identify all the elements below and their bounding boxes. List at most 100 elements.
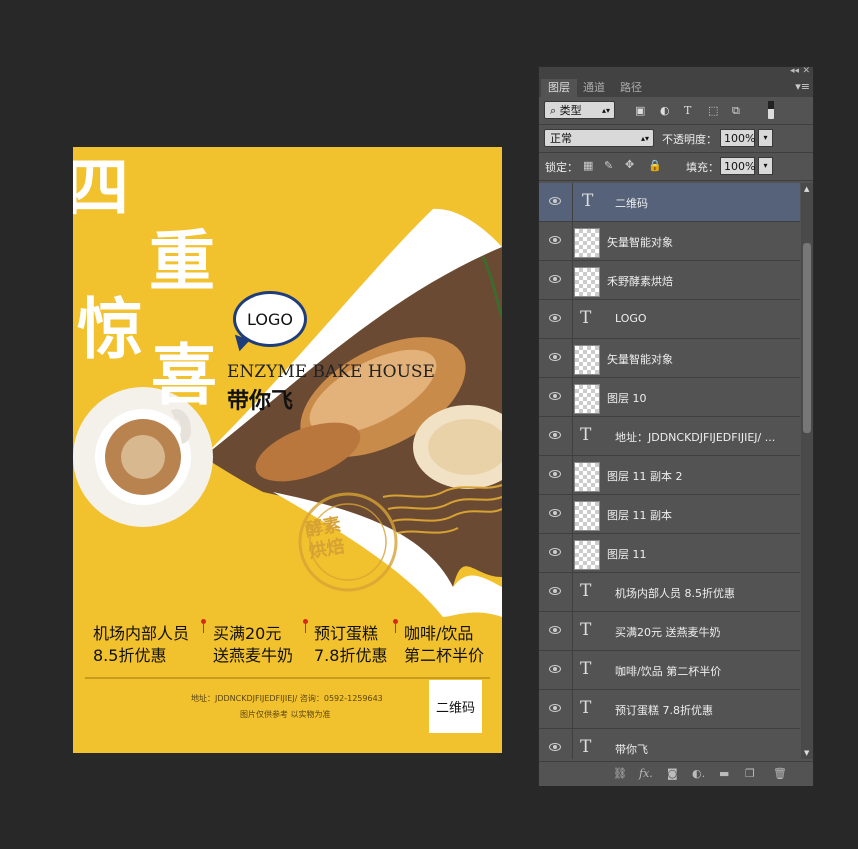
visibility-toggle[interactable] — [539, 261, 573, 299]
layer-list-scrollbar[interactable]: ▲ ▼ — [801, 183, 813, 759]
tab-paths[interactable]: 路径 — [613, 79, 649, 97]
layer-row[interactable]: T 买满20元 送燕麦牛奶 — [539, 612, 800, 651]
visibility-toggle[interactable] — [539, 534, 573, 572]
visibility-toggle[interactable] — [539, 651, 573, 689]
type-filter-icon[interactable]: T — [684, 104, 691, 117]
layer-row[interactable]: T 地址：JDDNCKDJFIJEDFIJIEJ/ ... — [539, 417, 800, 456]
filter-type-value: 类型 — [559, 104, 582, 117]
visibility-toggle[interactable] — [539, 417, 573, 455]
layer-row[interactable]: 矢量智能对象 — [539, 339, 800, 378]
text-layer-icon: T — [580, 737, 592, 757]
visibility-toggle[interactable] — [539, 378, 573, 416]
promo-line-2: 8.5折优惠 — [93, 646, 167, 665]
promo-item: 咖啡/饮品 第二杯半价 — [404, 623, 484, 667]
layer-row[interactable]: T 预订蛋糕 7.8折优惠 — [539, 690, 800, 729]
layer-row[interactable]: 禾野酵素烘焙 — [539, 261, 800, 300]
visibility-toggle[interactable] — [539, 222, 573, 260]
layer-name: 二维码 — [615, 197, 648, 210]
layer-name: 矢量智能对象 — [607, 353, 673, 366]
panel-menu-icon[interactable]: ▾≡ — [795, 80, 810, 93]
lock-all-icon[interactable]: 🔒 — [648, 159, 662, 172]
layer-row[interactable]: 图层 11 — [539, 534, 800, 573]
search-icon: ⌕ — [550, 104, 560, 117]
fx-icon[interactable]: fx. — [639, 767, 653, 780]
pin-dot — [201, 619, 206, 633]
fill-dropdown[interactable]: ▾ — [758, 157, 773, 175]
layer-row[interactable]: T LOGO — [539, 300, 800, 339]
eye-icon — [549, 353, 561, 361]
visibility-toggle[interactable] — [539, 456, 573, 494]
tab-layers[interactable]: 图层 — [541, 79, 577, 97]
layer-name: 图层 10 — [607, 392, 647, 405]
promo-line-1: 机场内部人员 — [93, 624, 190, 643]
brand-name-en: ENZYME BAKE HOUSE — [227, 362, 435, 382]
text-layer-icon: T — [580, 581, 592, 601]
visibility-toggle[interactable] — [539, 612, 573, 650]
eye-icon — [549, 314, 561, 322]
opacity-dropdown[interactable]: ▾ — [758, 129, 773, 147]
tab-channels[interactable]: 通道 — [576, 79, 612, 97]
smart-object-filter-icon[interactable]: ⧉ — [732, 104, 740, 118]
shape-filter-icon[interactable]: ⬚ — [708, 104, 718, 117]
visibility-toggle[interactable] — [539, 495, 573, 533]
link-icon[interactable]: ⛓ — [613, 767, 627, 780]
lock-paint-icon[interactable]: ✎ — [604, 159, 613, 172]
layer-name: 带你飞 — [615, 743, 648, 756]
divider — [539, 180, 813, 181]
lock-transparent-icon[interactable]: ▦ — [583, 159, 593, 172]
layer-row[interactable]: 图层 11 副本 — [539, 495, 800, 534]
scroll-down-icon[interactable]: ▼ — [804, 749, 809, 757]
visibility-toggle[interactable] — [539, 300, 573, 338]
layer-row[interactable]: 图层 11 副本 2 — [539, 456, 800, 495]
eye-icon — [549, 275, 561, 283]
lock-label: 锁定： — [545, 161, 578, 174]
text-layer-icon: T — [580, 659, 592, 679]
visibility-toggle[interactable] — [539, 339, 573, 377]
trash-icon[interactable]: 🗑 — [773, 767, 787, 780]
promo-line-2: 第二杯半价 — [404, 646, 485, 665]
close-icon[interactable]: ✕ — [802, 66, 810, 76]
layer-list: T 二维码 矢量智能对象 禾野酵素烘焙 T LOGO 矢量智能对象 图层 10 — [539, 183, 800, 759]
scroll-up-icon[interactable]: ▲ — [804, 185, 809, 193]
layer-thumbnail — [574, 540, 600, 570]
opacity-label: 不透明度： — [662, 133, 717, 146]
eye-icon — [549, 197, 561, 205]
text-layer-icon: T — [580, 308, 592, 328]
layer-name: 图层 11 — [607, 548, 647, 561]
layer-filter-select[interactable]: ⌕ 类型 ▴▾ — [544, 101, 615, 119]
layer-thumbnail — [574, 267, 600, 297]
layer-row[interactable]: 矢量智能对象 — [539, 222, 800, 261]
layer-name: 预订蛋糕 7.8折优惠 — [615, 704, 713, 717]
visibility-toggle[interactable] — [539, 183, 573, 221]
layer-row-qr[interactable]: T 二维码 — [539, 183, 800, 222]
collapse-icon[interactable]: ◂◂ — [790, 66, 799, 76]
fill-input[interactable]: 100% — [720, 157, 755, 175]
eye-icon — [549, 704, 561, 712]
lock-move-icon[interactable]: ✥ — [625, 158, 634, 171]
layer-thumbnail — [574, 462, 600, 492]
brand-slogan: 带你飞 — [227, 389, 294, 414]
pixel-filter-icon[interactable]: ▣ — [635, 104, 645, 117]
layer-row[interactable]: T 咖啡/饮品 第二杯半价 — [539, 651, 800, 690]
opacity-input[interactable]: 100% — [720, 129, 755, 147]
layer-thumbnail — [574, 228, 600, 258]
poster-canvas: 四 重 惊 喜 LOGO ENZYME BAKE HOUSE 带你飞 酵素 烘焙… — [73, 147, 502, 753]
visibility-toggle[interactable] — [539, 573, 573, 611]
layers-panel: ◂◂ ✕ 图层 通道 路径 ▾≡ ⌕ 类型 ▴▾ ▣ ◐ T ⬚ ⧉ 正常 ▴▾… — [538, 66, 814, 786]
mask-icon[interactable]: ◙ — [667, 767, 678, 780]
new-layer-icon[interactable]: ❐ — [745, 767, 755, 780]
layer-row[interactable]: 图层 10 — [539, 378, 800, 417]
visibility-toggle[interactable] — [539, 729, 573, 759]
disclaimer-text: 图片仅供参考 以实物为准 — [240, 710, 331, 719]
scrollbar-thumb[interactable] — [803, 243, 811, 433]
filter-toggle[interactable] — [768, 101, 774, 119]
adjustment-icon[interactable]: ◐. — [692, 767, 705, 780]
layer-name: 矢量智能对象 — [607, 236, 673, 249]
promo-item: 机场内部人员 8.5折优惠 — [93, 623, 189, 667]
layer-row[interactable]: T 机场内部人员 8.5折优惠 — [539, 573, 800, 612]
visibility-toggle[interactable] — [539, 690, 573, 728]
folder-icon[interactable]: ▬ — [719, 767, 729, 780]
layer-row[interactable]: T 带你飞 — [539, 729, 800, 759]
blend-mode-select[interactable]: 正常 ▴▾ — [544, 129, 654, 147]
adjustment-filter-icon[interactable]: ◐ — [660, 104, 670, 117]
